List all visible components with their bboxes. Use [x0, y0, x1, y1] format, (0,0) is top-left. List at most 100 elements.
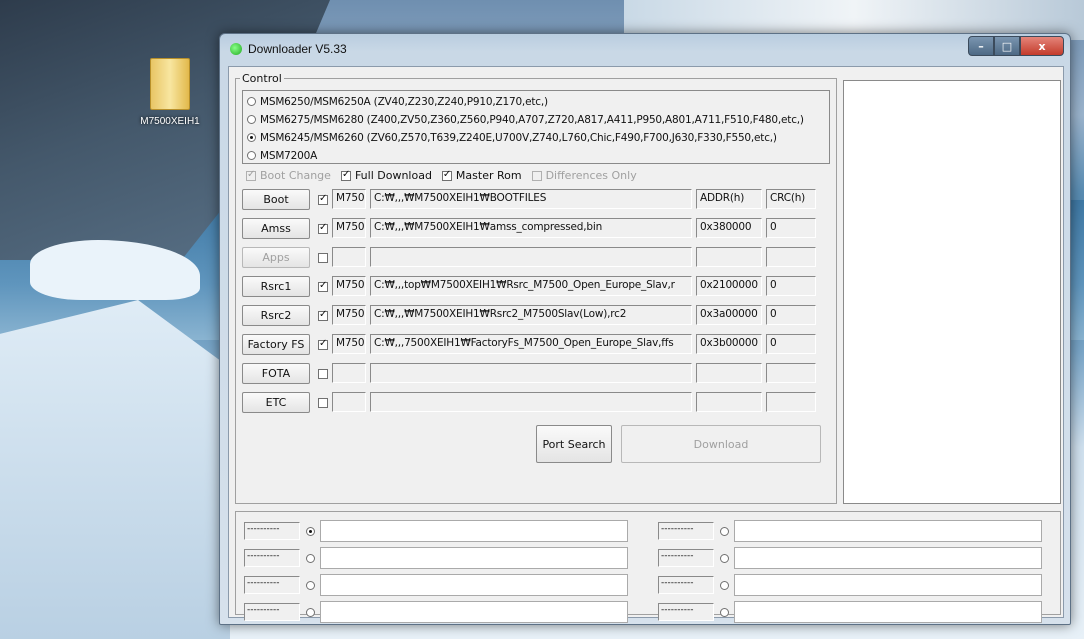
boot-name-field[interactable]: M750(: [332, 189, 366, 209]
window-title: Downloader V5.33: [248, 42, 347, 56]
boot-crc-field[interactable]: CRC(h): [766, 189, 816, 209]
port-radio-selected[interactable]: [306, 527, 315, 536]
rsrc2-checkbox[interactable]: [318, 309, 328, 321]
port-radio[interactable]: [720, 527, 729, 536]
client-area: Control MSM6250/MSM6250A (ZV40,Z230,Z240…: [228, 66, 1064, 623]
port-radio[interactable]: [720, 608, 729, 617]
amss-checkbox[interactable]: [318, 222, 328, 234]
port-group: ---------- ---------- ---------- -------…: [235, 511, 1061, 623]
fota-button[interactable]: FOTA: [242, 363, 310, 384]
folder-icon: [150, 58, 190, 110]
rsrc2-button[interactable]: Rsrc2: [242, 305, 310, 326]
factory-fs-crc-field[interactable]: 0: [766, 334, 816, 354]
amss-button[interactable]: Amss: [242, 218, 310, 239]
rsrc1-checkbox[interactable]: [318, 280, 328, 292]
rsrc1-button[interactable]: Rsrc1: [242, 276, 310, 297]
chip-option[interactable]: MSM6275/MSM6280 (Z400,ZV50,Z360,Z560,P94…: [243, 112, 829, 127]
desktop-folder[interactable]: M7500XEIH1: [130, 58, 210, 127]
amss-addr-field[interactable]: 0x380000: [696, 218, 762, 238]
etc-addr-field[interactable]: [696, 392, 762, 412]
differences-only-checkbox: [531, 170, 542, 181]
maximize-button[interactable]: □: [994, 36, 1020, 56]
port-status-field[interactable]: [734, 574, 1042, 596]
port-status-field[interactable]: [734, 547, 1042, 569]
boot-button[interactable]: Boot: [242, 189, 310, 210]
etc-name-field[interactable]: [332, 392, 366, 412]
apps-path-field[interactable]: [370, 247, 692, 267]
port-radio[interactable]: [720, 554, 729, 563]
port-radio[interactable]: [306, 608, 315, 617]
port-label: ----------: [244, 549, 300, 567]
chip-label: MSM7200A: [260, 149, 318, 162]
fota-addr-field[interactable]: [696, 363, 762, 383]
chip-option[interactable]: MSM6245/MSM6260 (ZV60,Z570,T639,Z240E,U7…: [243, 130, 829, 145]
apps-name-field[interactable]: [332, 247, 366, 267]
rsrc1-crc-field[interactable]: 0: [766, 276, 816, 296]
rsrc2-name-field[interactable]: M750(: [332, 305, 366, 325]
port-status-field[interactable]: [734, 520, 1042, 542]
port-radio[interactable]: [306, 554, 315, 563]
boot-change-option: Boot Change: [246, 169, 331, 182]
factory-fs-name-field[interactable]: M750(: [332, 334, 366, 354]
chip-option[interactable]: MSM7200A: [243, 148, 829, 163]
fota-checkbox[interactable]: [318, 369, 328, 379]
boot-change-checkbox: [246, 169, 256, 181]
rsrc1-addr-field[interactable]: 0x2100000: [696, 276, 762, 296]
etc-checkbox[interactable]: [318, 398, 328, 408]
factory-fs-addr-field[interactable]: 0x3b00000: [696, 334, 762, 354]
master-rom-option[interactable]: Master Rom: [441, 169, 522, 182]
fota-name-field[interactable]: [332, 363, 366, 383]
rsrc1-name-field[interactable]: M750(: [332, 276, 366, 296]
apps-checkbox[interactable]: [318, 253, 328, 263]
boot-path-field[interactable]: C:₩,,,₩M7500XEIH1₩BOOTFILES: [370, 189, 692, 209]
apps-addr-field[interactable]: [696, 247, 762, 267]
port-search-button[interactable]: Port Search: [536, 425, 612, 463]
factory-fs-button[interactable]: Factory FS: [242, 334, 310, 355]
port-status-field[interactable]: [734, 601, 1042, 623]
apps-button: Apps: [242, 247, 310, 268]
port-status-field[interactable]: [320, 601, 628, 623]
fota-path-field[interactable]: [370, 363, 692, 383]
minimize-button[interactable]: –: [968, 36, 994, 56]
port-status-field[interactable]: [320, 574, 628, 596]
port-label: ----------: [658, 522, 714, 540]
etc-crc-field[interactable]: [766, 392, 816, 412]
boot-checkbox[interactable]: [318, 193, 328, 205]
factory-fs-path-field[interactable]: C:₩,,,7500XEIH1₩FactoryFs_M7500_Open_Eur…: [370, 334, 692, 354]
amss-path-field[interactable]: C:₩,,,₩M7500XEIH1₩amss_compressed,bin: [370, 218, 692, 238]
factory-fs-checkbox[interactable]: [318, 338, 328, 350]
amss-name-field[interactable]: M750(: [332, 218, 366, 238]
download-button: Download: [621, 425, 821, 463]
rsrc1-path-field[interactable]: C:₩,,,top₩M7500XEIH1₩Rsrc_M7500_Open_Eur…: [370, 276, 692, 296]
full-download-option[interactable]: Full Download: [340, 169, 432, 182]
etc-path-field[interactable]: [370, 392, 692, 412]
port-radio[interactable]: [720, 581, 729, 590]
log-panel[interactable]: [843, 80, 1061, 504]
rsrc2-path-field[interactable]: C:₩,,,₩M7500XEIH1₩Rsrc2_M7500Slav(Low),r…: [370, 305, 692, 325]
chip-label: MSM6250/MSM6250A (ZV40,Z230,Z240,P910,Z1…: [260, 95, 548, 108]
rsrc2-addr-field[interactable]: 0x3a00000: [696, 305, 762, 325]
chip-option[interactable]: MSM6250/MSM6250A (ZV40,Z230,Z240,P910,Z1…: [243, 94, 829, 109]
full-download-checkbox[interactable]: [340, 169, 351, 181]
port-label: ----------: [244, 576, 300, 594]
app-icon: [230, 43, 242, 55]
chip-select-box: MSM6250/MSM6250A (ZV40,Z230,Z240,P910,Z1…: [242, 90, 830, 164]
etc-button[interactable]: ETC: [242, 392, 310, 413]
radio-icon: [247, 97, 256, 106]
rsrc2-crc-field[interactable]: 0: [766, 305, 816, 325]
chip-label: MSM6245/MSM6260 (ZV60,Z570,T639,Z240E,U7…: [260, 131, 777, 144]
fota-crc-field[interactable]: [766, 363, 816, 383]
control-group: Control MSM6250/MSM6250A (ZV40,Z230,Z240…: [235, 72, 837, 504]
port-radio[interactable]: [306, 581, 315, 590]
port-label: ----------: [244, 522, 300, 540]
port-label: ----------: [658, 576, 714, 594]
title-bar[interactable]: Downloader V5.33 – □ x: [220, 34, 1070, 66]
port-status-field[interactable]: [320, 547, 628, 569]
close-button[interactable]: x: [1020, 36, 1064, 56]
amss-crc-field[interactable]: 0: [766, 218, 816, 238]
desktop-folder-label: M7500XEIH1: [140, 116, 200, 127]
boot-addr-field[interactable]: ADDR(h): [696, 189, 762, 209]
apps-crc-field[interactable]: [766, 247, 816, 267]
port-status-field[interactable]: [320, 520, 628, 542]
master-rom-checkbox[interactable]: [441, 169, 452, 181]
